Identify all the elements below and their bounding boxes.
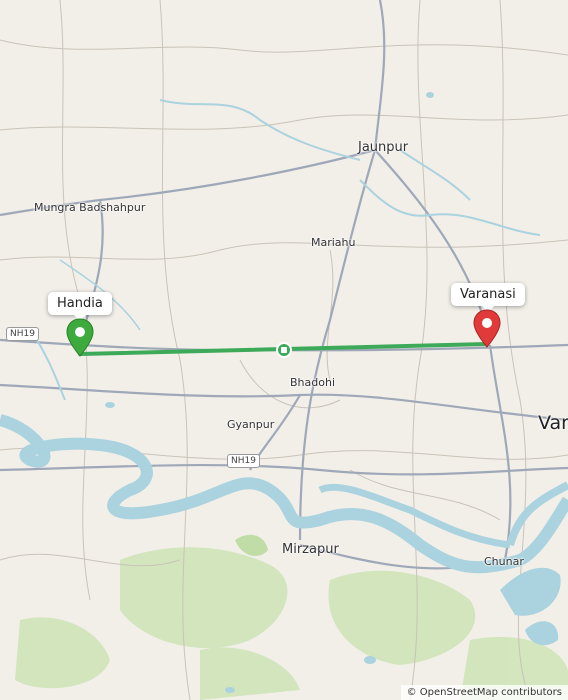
place-label-chunar: Chunar — [484, 555, 524, 568]
origin-callout[interactable]: Handia — [48, 292, 112, 321]
place-label-varanasi-city: Vara — [538, 412, 568, 434]
road-shield-nh19-west: NH19 — [6, 327, 39, 341]
map-view[interactable]: Jaunpur Mungra Badshahpur Mariahu Bhadoh… — [0, 0, 568, 700]
origin-callout-label: Handia — [57, 296, 103, 311]
place-label-bhadohi: Bhadohi — [290, 376, 335, 389]
map-attribution[interactable]: © OpenStreetMap contributors — [400, 685, 568, 700]
route-midpoint-icon — [276, 342, 292, 358]
place-label-gyanpur: Gyanpur — [227, 418, 275, 431]
place-label-mirzapur: Mirzapur — [282, 542, 339, 557]
origin-pin-icon[interactable] — [65, 318, 95, 358]
destination-pin-icon[interactable] — [472, 309, 502, 349]
road-shield-nh19-mid: NH19 — [227, 454, 260, 468]
destination-callout-label: Varanasi — [460, 287, 516, 302]
place-label-jaunpur: Jaunpur — [358, 140, 409, 155]
destination-callout[interactable]: Varanasi — [451, 283, 525, 312]
place-label-mariahu: Mariahu — [311, 236, 356, 249]
place-label-mungra-badshahpur: Mungra Badshahpur — [34, 201, 146, 214]
